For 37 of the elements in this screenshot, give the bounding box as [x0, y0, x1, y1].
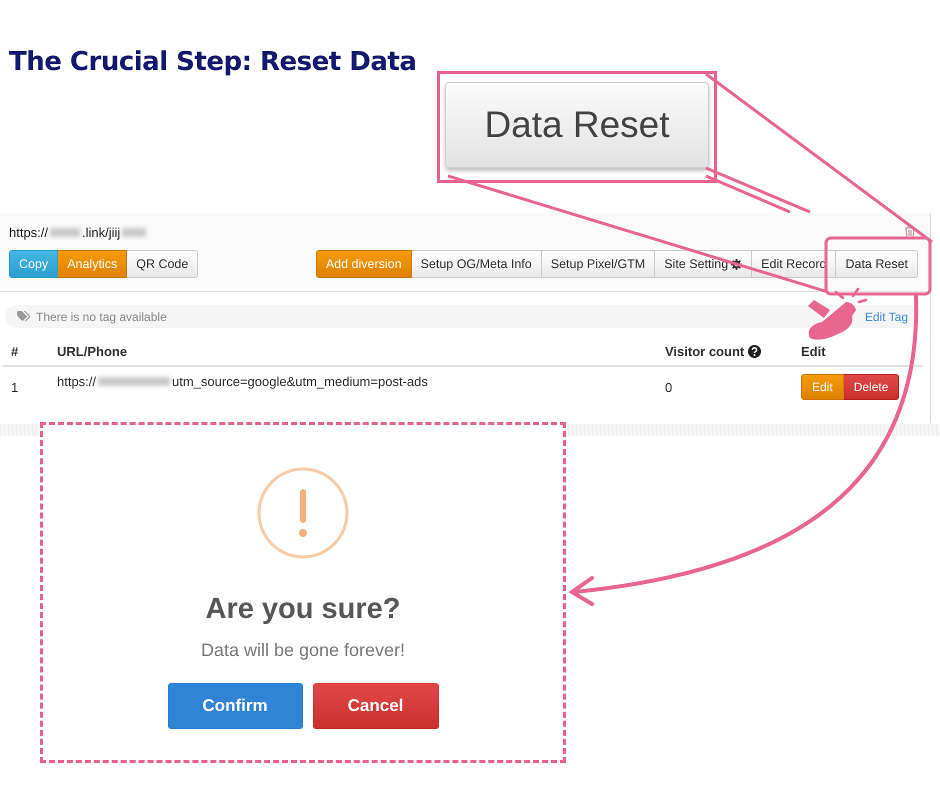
heading: The Crucial Step: Reset Data — [9, 47, 416, 77]
trash-icon[interactable] — [904, 225, 916, 239]
redaction-blur — [50, 228, 80, 236]
toolbar-button[interactable]: Data Reset — [836, 250, 918, 278]
link-suffix: .link/jiij — [82, 224, 120, 240]
toolbar-button[interactable]: Analytics — [58, 250, 128, 278]
dialog-button[interactable]: Cancel — [312, 683, 438, 729]
toolbar-button[interactable]: Setup OG/Meta Info — [412, 250, 542, 278]
column-header: URL/Phone — [57, 344, 128, 359]
toolbar-button[interactable]: Site Setting — [655, 250, 752, 278]
redaction-blur — [122, 228, 146, 236]
column-header: # — [11, 344, 18, 359]
dialog-title: Are you sure? — [206, 593, 400, 626]
toolbar-button[interactable]: Setup Pixel/GTM — [542, 250, 656, 278]
tag-icon — [17, 311, 30, 322]
toolbar-button[interactable]: Add diversion — [316, 250, 412, 278]
column-header: Visitor count — [665, 344, 744, 359]
toolbar-button[interactable]: QR Code — [127, 250, 198, 278]
sparkle-icon — [834, 288, 868, 304]
edit-tag-link[interactable]: Edit Tag — [864, 310, 908, 324]
hand-icon — [808, 300, 856, 340]
dialog-button[interactable]: Confirm — [168, 683, 302, 729]
row-action-button[interactable]: Delete — [844, 374, 900, 400]
help-icon[interactable] — [748, 345, 762, 358]
column-header: Edit — [801, 344, 826, 359]
table-cell: 1 — [11, 380, 18, 394]
link-prefix: https:// — [9, 224, 48, 240]
gear-icon — [731, 258, 742, 270]
warning-icon — [257, 467, 349, 559]
empty-tags-text: There is no tag available — [36, 310, 167, 324]
dialog-message: Data will be gone forever! — [200, 640, 406, 661]
url-suffix: utm_source=google&utm_medium=post-ads — [172, 374, 428, 389]
table-cell: 0 — [665, 380, 672, 394]
url-prefix: https:// — [57, 374, 96, 389]
data-reset-button[interactable]: Data Reset — [445, 82, 709, 168]
row-action-button[interactable]: Edit — [801, 374, 844, 400]
toolbar-button[interactable]: Copy — [9, 250, 58, 278]
